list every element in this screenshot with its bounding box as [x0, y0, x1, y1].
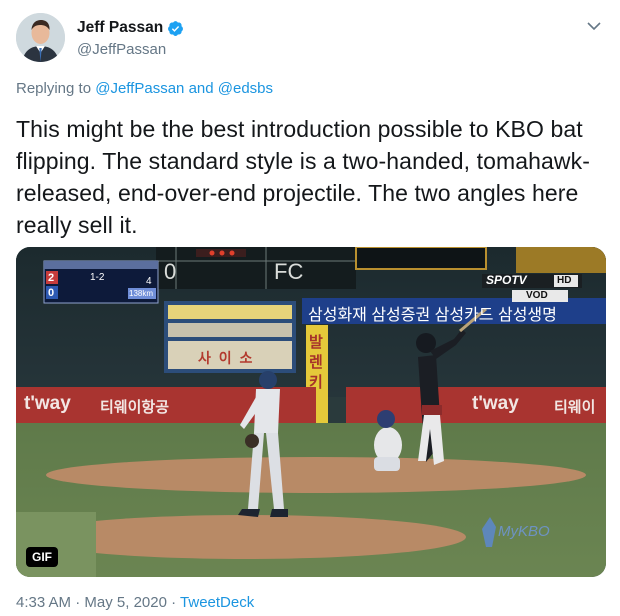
meta-separator: ·: [171, 594, 177, 611]
reply-mention-link[interactable]: @edsbs: [218, 80, 273, 97]
reply-conjunction: and: [188, 80, 214, 97]
tweet-meta: 4:33 AM · May 5, 2020 · TweetDeck: [16, 594, 254, 611]
broadcaster-logo: SPOTV: [486, 273, 527, 287]
watermark: MyKBO: [498, 523, 550, 540]
board-zero: 0: [164, 259, 177, 284]
verified-badge-icon: [168, 20, 184, 36]
display-name[interactable]: Jeff Passan: [77, 19, 163, 37]
tway-sign-left: t'way: [24, 393, 71, 414]
scoreboard-pitch-speed: 138km: [129, 289, 154, 298]
broadcaster-hd: HD: [557, 275, 572, 286]
author-names: Jeff Passan @JeffPassan: [77, 18, 184, 58]
reply-prefix: Replying to: [16, 80, 92, 97]
billboard-text: 사 이 소: [198, 350, 255, 366]
reply-context: Replying to @JeffPassan and @edsbs: [16, 80, 273, 97]
tweet-header: Jeff Passan @JeffPassan: [16, 12, 604, 64]
tway-sign-right: t'way: [472, 393, 519, 414]
avatar-image: [16, 13, 65, 62]
korean-banner: 삼성화재 삼성증권 삼성카드 삼성생명: [308, 307, 557, 324]
scoreboard-team2-score: 0: [48, 287, 55, 299]
tweet-source-link[interactable]: TweetDeck: [180, 594, 254, 611]
gif-badge: GIF: [26, 547, 58, 567]
scoreboard-inning: 4: [146, 276, 152, 287]
vod-label: VOD: [526, 290, 548, 301]
chevron-down-icon[interactable]: [584, 16, 604, 36]
scoreboard-count: 1-2: [90, 272, 105, 283]
scoreboard-team1-score: 2: [48, 272, 55, 284]
tway-sign-right-text: 티웨이: [554, 399, 596, 416]
tway-sign-text: 티웨이항공: [100, 399, 170, 416]
avatar[interactable]: [16, 13, 65, 62]
tweet-date[interactable]: May 5, 2020: [84, 594, 167, 611]
meta-separator: ·: [75, 594, 81, 611]
tweet-time[interactable]: 4:33 AM: [16, 594, 71, 611]
reply-mention-link[interactable]: @JeffPassan: [95, 80, 184, 97]
tweet-text: This might be the best introduction poss…: [16, 116, 590, 238]
tweet-media-gif[interactable]: 2 0 1-2 4 138km 0 FC SPOTV HD VOD 삼성화재 삼…: [16, 247, 606, 577]
handle[interactable]: @JeffPassan: [77, 41, 184, 58]
vertical-sign: 발렌키: [309, 334, 323, 391]
board-fc: FC: [274, 259, 304, 284]
